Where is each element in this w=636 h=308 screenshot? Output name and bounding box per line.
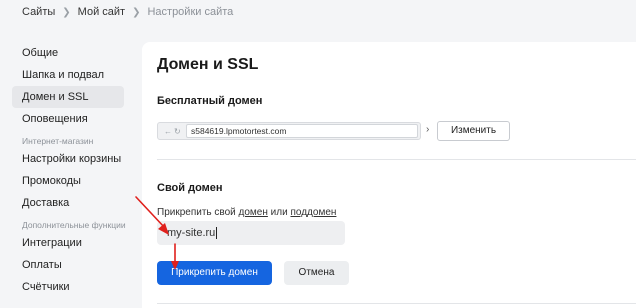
sidebar-item-domain-ssl[interactable]: Домен и SSL: [12, 86, 124, 108]
sidebar-item-general[interactable]: Общие: [12, 42, 124, 64]
subdomain-link[interactable]: поддомен: [290, 207, 336, 218]
back-forward-icon: ←↻: [164, 126, 183, 136]
chevron-right-icon: ❯: [62, 6, 71, 18]
own-domain-input-value: my-site.ru: [167, 227, 216, 239]
free-domain-address: ←↻ s584619.lpmotortest.com: [157, 122, 421, 140]
section-divider: [157, 159, 636, 160]
attach-prefix-text: Прикрепить свой: [157, 207, 239, 218]
sidebar-group-shop: Интернет-магазин: [22, 136, 94, 146]
sidebar: Общие Шапка и подвал Домен и SSL Оповеще…: [12, 42, 126, 298]
sidebar-item-cart-settings[interactable]: Настройки корзины: [12, 148, 124, 170]
sidebar-item-notifications[interactable]: Оповещения: [12, 108, 124, 130]
sidebar-item-counters[interactable]: Счётчики: [12, 276, 124, 298]
chevron-right-icon: ❯: [132, 6, 141, 18]
cancel-button[interactable]: Отмена: [284, 261, 349, 285]
sidebar-group-extra: Дополнительные функции: [22, 220, 126, 230]
own-domain-heading: Свой домен: [157, 182, 223, 194]
section-divider: [157, 303, 636, 304]
sidebar-item-delivery[interactable]: Доставка: [12, 192, 124, 214]
or-text: или: [267, 207, 291, 218]
breadcrumb-my-site[interactable]: Мой сайт: [78, 6, 125, 18]
sidebar-item-integrations[interactable]: Интеграции: [12, 232, 124, 254]
sidebar-item-header-footer[interactable]: Шапка и подвал: [12, 64, 124, 86]
attach-domain-button[interactable]: Прикрепить домен: [157, 261, 272, 285]
attach-description: Прикрепить свой домен или поддомен: [157, 207, 336, 218]
change-domain-button[interactable]: Изменить: [437, 121, 510, 141]
domain-link[interactable]: домен: [239, 207, 268, 218]
text-caret: [216, 227, 218, 240]
breadcrumb: Сайты ❯ Мой сайт ❯ Настройки сайта: [22, 6, 233, 18]
breadcrumb-site-settings: Настройки сайта: [147, 6, 234, 18]
free-domain-heading: Бесплатный домен: [157, 95, 263, 107]
own-domain-input[interactable]: my-site.ru: [157, 221, 345, 245]
sidebar-item-payments[interactable]: Оплаты: [12, 254, 124, 276]
sidebar-item-promocodes[interactable]: Промокоды: [12, 170, 124, 192]
breadcrumb-sites[interactable]: Сайты: [22, 6, 55, 18]
free-domain-address-field: s584619.lpmotortest.com: [186, 124, 418, 138]
chevron-right-icon: ›: [426, 124, 430, 135]
page-title: Домен и SSL: [157, 56, 259, 73]
main-panel: Домен и SSL Бесплатный домен ←↻ s584619.…: [142, 42, 636, 308]
